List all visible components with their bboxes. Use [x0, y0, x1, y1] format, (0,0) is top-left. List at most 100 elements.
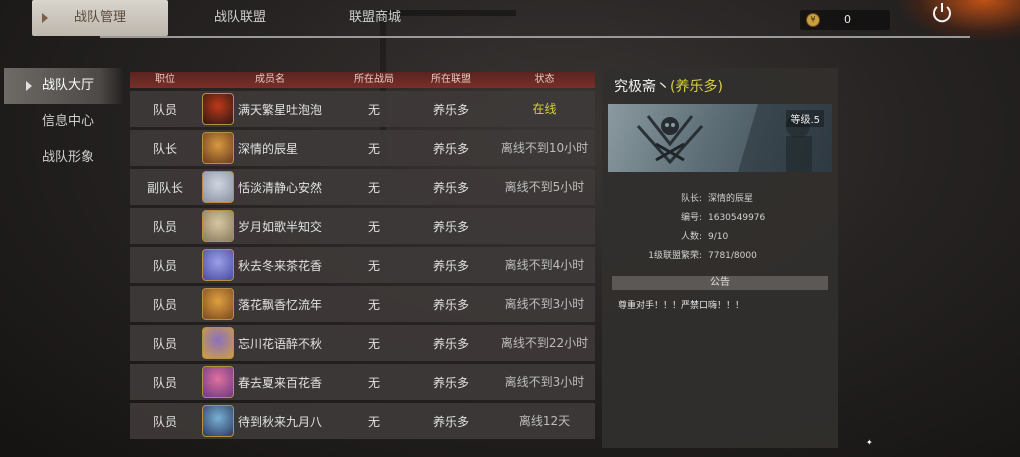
- avatar[interactable]: [202, 405, 234, 437]
- table-header: 职位 成员名 所在战局 所在联盟 状态: [130, 72, 595, 88]
- avatar[interactable]: [202, 288, 234, 320]
- avatar[interactable]: [202, 327, 234, 359]
- member-role: 队员: [152, 375, 177, 390]
- sidebar-item-team-hall[interactable]: 战队大厅: [4, 68, 124, 104]
- member-name-cell: 待到秋来九月八: [200, 405, 340, 437]
- tab-arrow-icon: [42, 13, 48, 23]
- member-name-cell: 春去夏来百花香: [200, 366, 340, 398]
- member-name: 满天繁星吐泡泡: [238, 102, 323, 117]
- top-nav: 战队管理 战队联盟 联盟商城 ¥ 0: [0, 0, 1020, 38]
- header-role: 职位: [155, 74, 175, 85]
- member-name-cell: 恬淡清静心安然: [200, 171, 340, 203]
- member-alliance: 养乐多: [432, 297, 469, 312]
- member-alliance: 养乐多: [432, 336, 469, 351]
- team-info-list: 队长: 深情的辰星 编号: 1630549976 人数: 9/10 1级联盟繁荣…: [602, 190, 838, 266]
- info-key: 人数:: [680, 232, 702, 242]
- info-value: 1630549976: [708, 213, 766, 223]
- member-name: 待到秋来九月八: [238, 414, 323, 429]
- info-value: 7781/8000: [708, 251, 757, 261]
- info-value: 深情的辰星: [708, 194, 754, 204]
- sidebar-item-team-image[interactable]: 战队形象: [4, 140, 124, 176]
- header-name: 成员名: [255, 74, 285, 85]
- member-game: 无: [367, 102, 380, 117]
- table-row[interactable]: 队员 岁月如歌半知交 无 养乐多: [130, 208, 595, 244]
- notice-text: 尊重对手！！！严禁口嗨！！！: [618, 301, 745, 311]
- table-row[interactable]: 队员 春去夏来百花香 无 养乐多 离线不到3小时: [130, 364, 595, 400]
- team-title: 究极斋丶(养乐多): [614, 76, 723, 96]
- tab-label: 战队管理: [73, 10, 126, 25]
- member-name-cell: 岁月如歌半知交: [200, 210, 340, 242]
- member-alliance: 养乐多: [432, 375, 469, 390]
- member-status: 离线不到4小时: [504, 258, 585, 272]
- top-divider: [100, 36, 970, 38]
- member-status: 离线不到3小时: [504, 297, 585, 311]
- info-value: 9/10: [708, 232, 729, 242]
- team-level: 等级.5: [786, 110, 824, 127]
- header-game: 所在战局: [354, 74, 394, 85]
- member-name: 恬淡清静心安然: [238, 180, 323, 195]
- member-game: 无: [367, 375, 380, 390]
- member-game: 无: [367, 336, 380, 351]
- member-role: 队员: [152, 258, 177, 273]
- member-alliance: 养乐多: [432, 141, 469, 156]
- avatar[interactable]: [202, 132, 234, 164]
- info-row-prosperity: 1级联盟繁荣: 7781/8000: [602, 247, 838, 266]
- member-name-cell: 忘川花语醉不秋: [200, 327, 340, 359]
- sidebar-item-label: 战队形象: [42, 150, 95, 165]
- power-icon[interactable]: [928, 0, 956, 26]
- member-name: 岁月如歌半知交: [238, 219, 323, 234]
- avatar[interactable]: [202, 93, 234, 125]
- member-game: 无: [367, 414, 380, 429]
- team-banner: 等级.5: [608, 104, 832, 172]
- member-name-cell: 落花飘香忆流年: [200, 288, 340, 320]
- sidebar-item-label: 信息中心: [42, 114, 95, 129]
- sparkle-icon: ✦: [866, 438, 873, 447]
- member-game: 无: [367, 258, 380, 273]
- coin-icon: ¥: [806, 13, 820, 27]
- team-info-panel: 究极斋丶(养乐多) 等级.5 队长: 深情的辰星 编号: 1630549976: [602, 68, 838, 448]
- table-row[interactable]: 队员 满天繁星吐泡泡 无 养乐多 在线: [130, 91, 595, 127]
- avatar[interactable]: [202, 171, 234, 203]
- member-role: 队长: [152, 141, 177, 156]
- active-arrow-icon: [26, 81, 32, 91]
- avatar[interactable]: [202, 210, 234, 242]
- tab-team-alliance[interactable]: 战队联盟: [185, 0, 295, 36]
- table-row[interactable]: 副队长 恬淡清静心安然 无 养乐多 离线不到5小时: [130, 169, 595, 205]
- table-row[interactable]: 队员 秋去冬来茶花香 无 养乐多 离线不到4小时: [130, 247, 595, 283]
- tab-team-management[interactable]: 战队管理: [32, 0, 168, 36]
- table-row[interactable]: 队员 忘川花语醉不秋 无 养乐多 离线不到22小时: [130, 325, 595, 361]
- member-name-cell: 秋去冬来茶花香: [200, 249, 340, 281]
- table-row[interactable]: 队员 落花飘香忆流年 无 养乐多 离线不到3小时: [130, 286, 595, 322]
- team-name: 究极斋丶: [614, 79, 670, 95]
- member-role: 副队长: [146, 180, 183, 195]
- info-key: 队长:: [680, 194, 702, 204]
- table-row[interactable]: 队员 待到秋来九月八 无 养乐多 离线12天: [130, 403, 595, 439]
- member-game: 无: [367, 297, 380, 312]
- member-role: 队员: [152, 297, 177, 312]
- currency-display: ¥ 0: [800, 10, 890, 30]
- member-name: 春去夏来百花香: [238, 375, 323, 390]
- member-game: 无: [367, 180, 380, 195]
- member-alliance: 养乐多: [432, 102, 469, 117]
- sidebar-item-info-center[interactable]: 信息中心: [4, 104, 124, 140]
- avatar[interactable]: [202, 249, 234, 281]
- notice-header: 公告: [612, 276, 828, 290]
- member-alliance: 养乐多: [432, 180, 469, 195]
- member-alliance: 养乐多: [432, 258, 469, 273]
- tab-alliance-shop[interactable]: 联盟商城: [320, 0, 430, 36]
- member-status: 离线不到10小时: [500, 141, 589, 155]
- member-table: 职位 成员名 所在战局 所在联盟 状态 队员 满天繁星吐泡泡无养乐多 在线 队长 深情的…: [130, 72, 595, 439]
- member-alliance: 养乐多: [432, 219, 469, 234]
- member-name: 秋去冬来茶花香: [238, 258, 323, 273]
- table-row[interactable]: 队长 深情的辰星 无 养乐多 离线不到10小时: [130, 130, 595, 166]
- member-status: 离线不到5小时: [504, 180, 585, 194]
- info-key: 1级联盟繁荣:: [648, 251, 702, 261]
- avatar[interactable]: [202, 366, 234, 398]
- sidebar: 战队大厅 信息中心 战队形象: [4, 68, 124, 176]
- member-name: 深情的辰星: [238, 141, 299, 156]
- header-alliance: 所在联盟: [431, 74, 471, 85]
- member-name: 忘川花语醉不秋: [238, 336, 323, 351]
- member-status: 离线12天: [518, 414, 571, 428]
- info-row-captain: 队长: 深情的辰星: [602, 190, 838, 209]
- member-game: 无: [367, 141, 380, 156]
